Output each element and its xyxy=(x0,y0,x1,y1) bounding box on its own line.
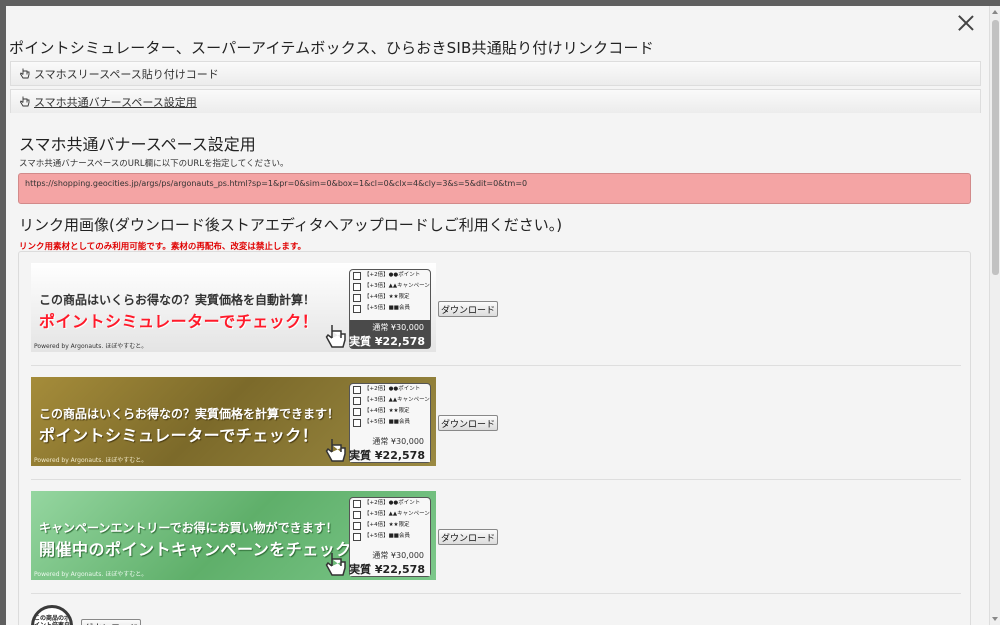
banner-image: この商品はいくらお得なの？実質価格を計算できます！ ポイントシミュレーターでチェ… xyxy=(31,377,436,466)
checklist-item: 【+2倍】●●ポイント xyxy=(350,270,430,281)
banner-line1: この商品はいくらお得なの？実質価格を計算できます！ xyxy=(39,407,340,421)
banner-space-panel: スマホ共通バナースペース設定用 スマホ共通バナースペースのURL欄に以下のURL… xyxy=(6,113,983,625)
real-price: 実質 ¥22,578 xyxy=(349,335,425,348)
download-button[interactable]: ダウンロード xyxy=(438,529,498,545)
checklist-item: 【+3倍】▲▲キャンペーン xyxy=(350,509,430,520)
list-item: この商品のポイント倍率自動計算 ダウンロード xyxy=(31,605,961,625)
circle-badge-image: この商品のポイント倍率自動計算 xyxy=(31,605,73,625)
checklist-box: 【+2倍】●●ポイント 【+3倍】▲▲キャンペーン 【+4倍】★★限定 【+5倍… xyxy=(349,497,431,577)
banner-line1: この商品はいくらお得なの？実質価格を自動計算！ xyxy=(39,293,316,307)
section-heading: スマホ共通バナースペース設定用 xyxy=(19,135,256,154)
banner-image: この商品はいくらお得なの？実質価格を自動計算！ ポイントシミュレーターでチェック… xyxy=(31,263,436,352)
accordion-label: スマホ共通バナースペース設定用 xyxy=(34,95,197,109)
accordion-label: スマホスリースペース貼り付けコード xyxy=(34,67,219,81)
hand-pointer-icon xyxy=(325,553,346,576)
hand-pointer-icon xyxy=(325,325,346,348)
checklist-item: 【+4倍】★★限定 xyxy=(350,292,430,303)
image-list: この商品はいくらお得なの？実質価格を自動計算！ ポイントシミュレーターでチェック… xyxy=(18,251,971,625)
banner-line2: ポイントシミュレーターでチェック！ xyxy=(39,312,319,331)
checklist-item: 【+3倍】▲▲キャンペーン xyxy=(350,281,430,292)
checklist-item: 【+5倍】■■会員 xyxy=(350,417,430,428)
accordion-smartphone-banner-space[interactable]: スマホ共通バナースペース設定用 xyxy=(10,89,981,114)
checklist-item: 【+3倍】▲▲キャンペーン xyxy=(350,395,430,406)
real-price: 実質 ¥22,578 xyxy=(349,563,425,576)
price-box: 通常 ¥30,000 実質 ¥22,578 xyxy=(349,548,430,576)
list-item: この商品はいくらお得なの？実質価格を自動計算！ ポイントシミュレーターでチェック… xyxy=(31,263,961,366)
normal-price: 通常 ¥30,000 xyxy=(372,323,424,332)
banner-line1: キャンペーンエントリーでお得にお買い物ができます！ xyxy=(39,521,338,535)
powered-by: Powered by Argonauts. ほぼやすむと。 xyxy=(34,343,148,350)
powered-by: Powered by Argonauts. ほぼやすむと。 xyxy=(34,457,148,464)
normal-price: 通常 ¥30,000 xyxy=(372,437,424,446)
price-box: 通常 ¥30,000 実質 ¥22,578 xyxy=(349,434,430,462)
powered-by: Powered by Argonauts. ほぼやすむと。 xyxy=(34,571,148,578)
checklist-box: 【+2倍】●●ポイント 【+3倍】▲▲キャンペーン 【+4倍】★★限定 【+5倍… xyxy=(349,269,431,349)
checklist-item: 【+5倍】■■会員 xyxy=(350,531,430,542)
normal-price: 通常 ¥30,000 xyxy=(372,551,424,560)
download-button[interactable]: ダウンロード xyxy=(438,415,498,431)
banner-line2: 開催中のポイントキャンペーンをチェック xyxy=(39,540,352,559)
link-code-modal: ポイントシミュレーター、スーパーアイテムボックス、ひらおきSIB共通貼り付けリン… xyxy=(6,6,989,625)
list-item: キャンペーンエントリーでお得にお買い物ができます！ 開催中のポイントキャンペーン… xyxy=(31,491,961,594)
download-button[interactable]: ダウンロード xyxy=(81,619,141,625)
checklist-box: 【+2倍】●●ポイント 【+3倍】▲▲キャンペーン 【+4倍】★★限定 【+5倍… xyxy=(349,383,431,463)
list-item: この商品はいくらお得なの？実質価格を計算できます！ ポイントシミュレーターでチェ… xyxy=(31,377,961,480)
hand-pointer-icon xyxy=(325,439,346,462)
real-price: 実質 ¥22,578 xyxy=(349,449,425,462)
scroll-up-icon[interactable] xyxy=(992,10,998,14)
checklist-item: 【+4倍】★★限定 xyxy=(350,406,430,417)
images-heading: リンク用画像(ダウンロード後ストアエディタへアップロードしご利用ください。) xyxy=(19,216,563,234)
scrollbar-thumb[interactable] xyxy=(992,20,999,275)
scrollbar[interactable] xyxy=(989,6,1000,625)
scroll-down-icon[interactable] xyxy=(992,617,998,621)
url-textarea[interactable]: https://shopping.geocities.jp/args/ps/ar… xyxy=(18,173,971,204)
hand-pointer-icon xyxy=(19,96,30,107)
banner-line2: ポイントシミュレーターでチェック！ xyxy=(39,426,319,445)
banner-image: キャンペーンエントリーでお得にお買い物ができます！ 開催中のポイントキャンペーン… xyxy=(31,491,436,580)
hand-pointer-icon xyxy=(19,68,30,79)
checklist-item: 【+2倍】●●ポイント xyxy=(350,498,430,509)
modal-title: ポイントシミュレーター、スーパーアイテムボックス、ひらおきSIB共通貼り付けリン… xyxy=(9,39,654,57)
price-box: 通常 ¥30,000 実質 ¥22,578 xyxy=(349,320,430,348)
section-note: スマホ共通バナースペースのURL欄に以下のURLを指定してください。 xyxy=(19,159,289,169)
close-icon[interactable] xyxy=(955,12,977,34)
download-button[interactable]: ダウンロード xyxy=(438,301,498,317)
accordion-smartphone-three-space[interactable]: スマホスリースペース貼り付けコード xyxy=(10,61,981,86)
checklist-item: 【+2倍】●●ポイント xyxy=(350,384,430,395)
checklist-item: 【+5倍】■■会員 xyxy=(350,303,430,314)
checklist-item: 【+4倍】★★限定 xyxy=(350,520,430,531)
